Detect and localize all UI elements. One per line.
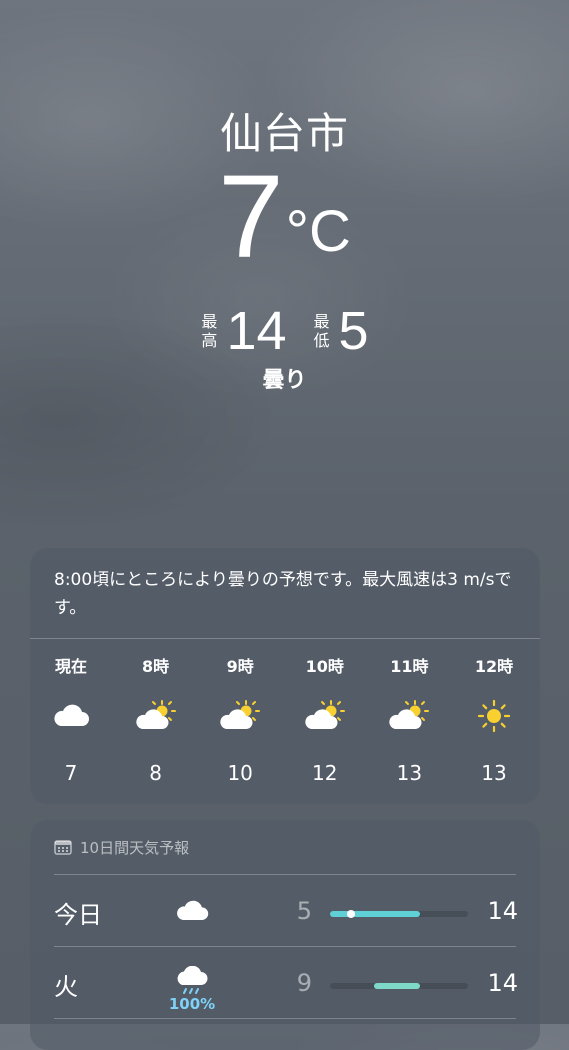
hour-label: 10時	[305, 657, 344, 676]
sun-cloud-icon	[296, 693, 354, 739]
cloud-icon	[174, 893, 210, 929]
hour-temperature: 13	[396, 761, 423, 785]
hourly-forecast-card[interactable]: 8:00頃にところにより曇りの予想です。最大風速は3 m/sです。 現在 7 8時 8…	[30, 548, 540, 804]
ten-day-title: 10日間天気予報	[80, 838, 190, 857]
sun-cloud-icon	[211, 693, 269, 739]
hour-temperature: 8	[149, 761, 162, 785]
temperature-range-fill	[330, 911, 420, 917]
low-temperature: 5	[296, 897, 312, 925]
hour-label: 8時	[142, 657, 170, 676]
city-name: 仙台市	[219, 109, 349, 158]
sun-cloud-icon	[380, 693, 438, 739]
hour-temperature: 7	[64, 761, 78, 785]
condition-text: 曇り	[262, 368, 307, 393]
forecast-summary: 8:00頃にところにより曇りの予想です。最大風速は3 m/sです。	[54, 570, 512, 618]
ten-day-header: 10日間天気予報	[30, 820, 540, 860]
high-temperature: 14	[487, 897, 518, 925]
low-label: 最低	[313, 312, 330, 350]
high-label: 最高	[201, 312, 218, 350]
hour-temperature: 12	[312, 761, 338, 785]
day-label: 今日	[54, 901, 102, 929]
sun-icon	[465, 693, 523, 739]
daily-row[interactable]: 今日 5 14	[30, 875, 540, 947]
divider	[54, 1018, 516, 1019]
high-temperature: 14	[487, 969, 518, 997]
hourly-item: 現在 7	[42, 653, 100, 785]
cloud-icon	[42, 693, 100, 739]
current-temperature: 7°C	[0, 158, 569, 276]
precipitation-chance: 100%	[168, 995, 216, 1013]
temperature-value: 7	[218, 151, 284, 283]
temperature-range-bar	[330, 910, 468, 918]
hourly-item: 12時 13	[465, 653, 523, 785]
daily-row[interactable]: 火 100% 9 14	[30, 947, 540, 1019]
current-temperature-dot	[347, 910, 355, 918]
high-value: 14	[226, 301, 287, 361]
temperature-range-bar	[330, 983, 468, 989]
low-value: 5	[338, 301, 369, 361]
sun-cloud-icon	[127, 693, 185, 739]
ten-day-forecast-card[interactable]: 10日間天気予報 今日 5 14 火 100% 9 14	[30, 820, 540, 1050]
high-low: 最高 14 最低 5	[0, 300, 569, 362]
daily-list[interactable]: 今日 5 14 火 100% 9 14	[30, 875, 540, 1019]
hour-label: 現在	[54, 657, 87, 676]
temperature-range-fill	[374, 983, 420, 989]
hour-temperature: 13	[481, 761, 507, 785]
divider	[30, 638, 540, 639]
calendar-icon	[54, 839, 72, 855]
hourly-item: 8時 8	[127, 653, 185, 785]
hourly-item: 9時 10	[211, 653, 269, 785]
hour-temperature: 10	[227, 761, 253, 785]
hourly-item: 10時 12	[296, 653, 354, 785]
day-label: 火	[54, 973, 78, 1001]
temperature-unit: °C	[285, 199, 351, 264]
hour-label: 11時	[390, 657, 429, 676]
hour-label: 9時	[226, 657, 254, 676]
hourly-item: 11時 13	[380, 653, 438, 785]
hour-label: 12時	[474, 657, 514, 676]
hourly-list[interactable]: 現在 7 8時 8 9時 10 10時 12 11時 13 12時 13	[30, 653, 540, 785]
low-temperature: 9	[296, 969, 312, 997]
